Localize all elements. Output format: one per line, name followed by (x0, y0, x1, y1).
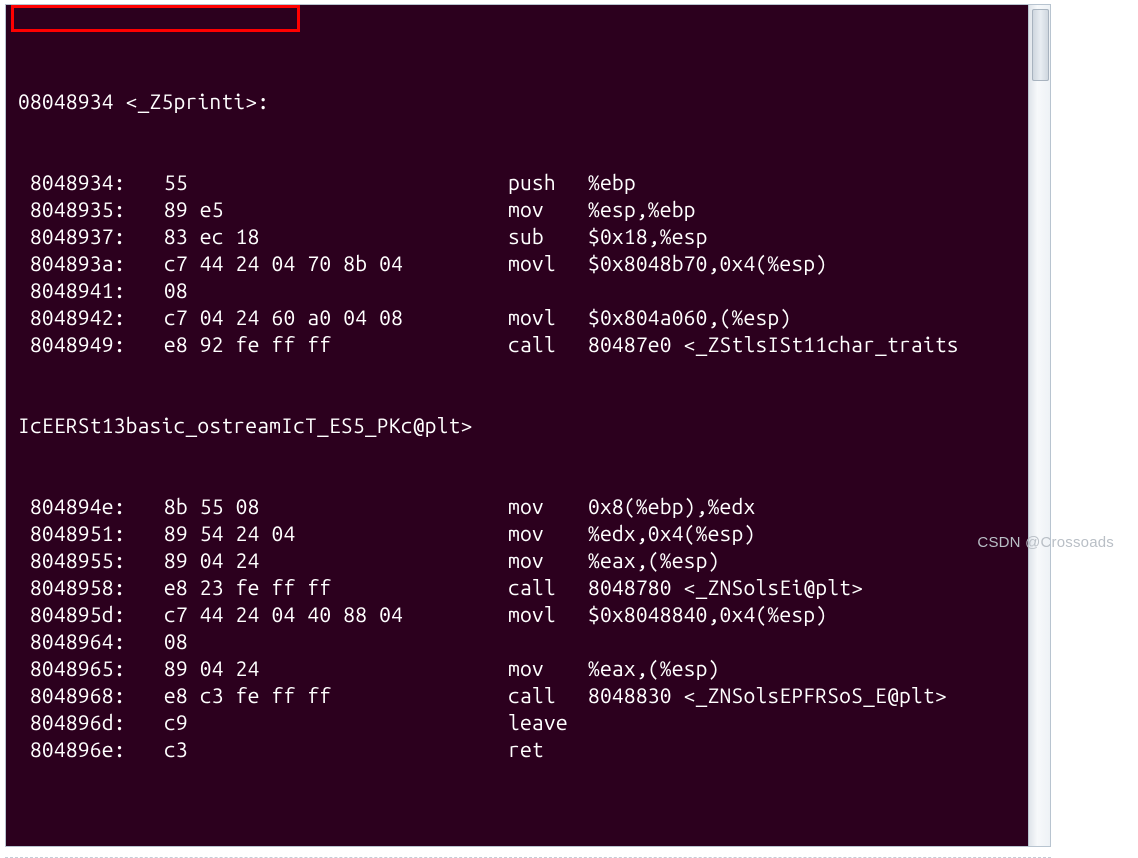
address: 804893a: (18, 250, 128, 277)
hex-bytes: c7 44 24 04 40 88 04 (128, 601, 508, 628)
hex-bytes: e8 c3 fe ff ff (128, 682, 508, 709)
disassembly-row: 8048949: e8 92 fe ff ffcall80487e0 <_ZSt… (18, 331, 1050, 358)
disassembly-row: 8048965: 89 04 24mov%eax,(%esp) (18, 655, 1050, 682)
hex-bytes: 83 ec 18 (128, 223, 508, 250)
mnemonic: mov (508, 547, 588, 574)
mnemonic: movl (508, 304, 588, 331)
red-highlight-box (11, 5, 300, 32)
hex-bytes: e8 92 fe ff ff (128, 331, 508, 358)
hex-bytes: 89 e5 (128, 196, 508, 223)
screenshot-frame: 08048934 <_Z5printi>: 8048934: 55push%eb… (5, 4, 1051, 847)
mnemonic: movl (508, 250, 588, 277)
scrollbar-thumb[interactable] (1032, 9, 1049, 81)
hex-bytes: 89 54 24 04 (128, 520, 508, 547)
disassembly-row: 8048937: 83 ec 18sub$0x18,%esp (18, 223, 1050, 250)
mnemonic: mov (508, 655, 588, 682)
mnemonic: call (508, 331, 588, 358)
operands: %eax,(%esp) (588, 548, 720, 572)
disassembly-row: 804893a: c7 44 24 04 70 8b 04movl$0x8048… (18, 250, 1050, 277)
address: 804896e: (18, 736, 128, 763)
mnemonic: leave (508, 709, 588, 736)
operands: $0x804a060,(%esp) (588, 305, 791, 329)
address: 8048937: (18, 223, 128, 250)
disassembly-row: 8048968: e8 c3 fe ff ffcall8048830 <_ZNS… (18, 682, 1050, 709)
hex-bytes: 89 04 24 (128, 547, 508, 574)
disassembly-row: 804894e: 8b 55 08mov0x8(%ebp),%edx (18, 493, 1050, 520)
address: 8048965: (18, 655, 128, 682)
operands: %esp,%ebp (588, 197, 696, 221)
disassembly-row: 8048941: 08 (18, 277, 1050, 304)
mnemonic: movl (508, 601, 588, 628)
operands: %ebp (588, 170, 636, 194)
disassembly-row: 804896e: c3ret (18, 736, 1050, 763)
mnemonic: call (508, 574, 588, 601)
address: 804895d: (18, 601, 128, 628)
disassembly-row: 8048964: 08 (18, 628, 1050, 655)
address: 804896d: (18, 709, 128, 736)
mnemonic: call (508, 682, 588, 709)
hex-bytes: 08 (128, 277, 508, 304)
hex-bytes: c3 (128, 736, 508, 763)
operands: %edx,0x4(%esp) (588, 521, 755, 545)
hex-bytes: 8b 55 08 (128, 493, 508, 520)
address: 8048968: (18, 682, 128, 709)
operands: $0x8048b70,0x4(%esp) (588, 251, 827, 275)
operands: 80487e0 <_ZStlsISt11char_traits (588, 332, 959, 356)
address: 8048934: (18, 169, 128, 196)
hex-bytes: 08 (128, 628, 508, 655)
hex-bytes: e8 23 fe ff ff (128, 574, 508, 601)
mnemonic: ret (508, 736, 588, 763)
operands: %eax,(%esp) (588, 656, 720, 680)
address: 8048935: (18, 196, 128, 223)
scrollbar-track[interactable] (1028, 5, 1050, 846)
disassembly-header: 08048934 <_Z5printi>: (18, 88, 1050, 115)
mnemonic: mov (508, 493, 588, 520)
address: 8048951: (18, 520, 128, 547)
hex-bytes: 55 (128, 169, 508, 196)
address: 8048942: (18, 304, 128, 331)
hex-bytes: c7 44 24 04 70 8b 04 (128, 250, 508, 277)
address: 8048955: (18, 547, 128, 574)
address: 8048941: (18, 277, 128, 304)
disassembly-row: 804895d: c7 44 24 04 40 88 04movl$0x8048… (18, 601, 1050, 628)
disassembly-row: 8048951: 89 54 24 04mov%edx,0x4(%esp) (18, 520, 1050, 547)
operands: 0x8(%ebp),%edx (588, 494, 755, 518)
address: 8048949: (18, 331, 128, 358)
hex-bytes: c9 (128, 709, 508, 736)
disassembly-row: 8048934: 55push%ebp (18, 169, 1050, 196)
mnemonic: sub (508, 223, 588, 250)
disassembly-row: 8048942: c7 04 24 60 a0 04 08movl$0x804a… (18, 304, 1050, 331)
wrapped-symbol-line: IcEERSt13basic_ostreamIcT_ES5_PKc@plt> (18, 412, 1050, 439)
operands: $0x18,%esp (588, 224, 708, 248)
disassembly-row: 804896d: c9leave (18, 709, 1050, 736)
terminal-output: 08048934 <_Z5printi>: 8048934: 55push%eb… (6, 5, 1050, 846)
disassembly-row: 8048955: 89 04 24mov%eax,(%esp) (18, 547, 1050, 574)
operands: 8048780 <_ZNSolsEi@plt> (588, 575, 863, 599)
operands: 8048830 <_ZNSolsEPFRSoS_E@plt> (588, 683, 947, 707)
address: 8048964: (18, 628, 128, 655)
mnemonic: mov (508, 196, 588, 223)
hex-bytes: 89 04 24 (128, 655, 508, 682)
address: 8048958: (18, 574, 128, 601)
mnemonic: push (508, 169, 588, 196)
disassembly-row: 8048935: 89 e5mov%esp,%ebp (18, 196, 1050, 223)
mnemonic: mov (508, 520, 588, 547)
operands: $0x8048840,0x4(%esp) (588, 602, 827, 626)
hex-bytes: c7 04 24 60 a0 04 08 (128, 304, 508, 331)
disassembly-row: 8048958: e8 23 fe ff ffcall8048780 <_ZNS… (18, 574, 1050, 601)
address: 804894e: (18, 493, 128, 520)
